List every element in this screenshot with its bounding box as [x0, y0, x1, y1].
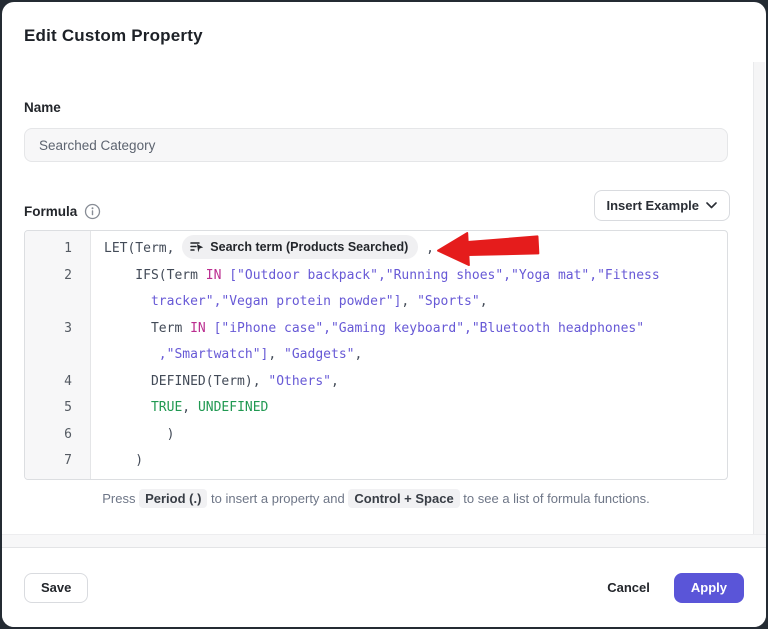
code-token: )	[104, 427, 174, 442]
keyboard-shortcut-badge: Control + Space	[348, 489, 459, 508]
cancel-button[interactable]: Cancel	[593, 573, 664, 603]
code-text: )	[92, 422, 174, 449]
line-number	[25, 289, 92, 316]
code-line: 1LET(Term, Search term (Products Searche…	[25, 236, 727, 263]
name-label: Name	[24, 100, 61, 115]
code-token: LET(Term,	[104, 241, 182, 256]
horizontal-scrollbar-track[interactable]	[2, 534, 766, 548]
hint-text-segment: to see a list of formula functions.	[460, 491, 650, 506]
property-chip-label: Search term (Products Searched)	[210, 234, 408, 261]
code-token: ,	[354, 347, 362, 362]
line-number: 1	[25, 236, 92, 263]
hint-text-segment: to insert a property and	[207, 491, 348, 506]
save-button[interactable]: Save	[24, 573, 88, 603]
code-token: DEFINED(Term),	[104, 374, 268, 389]
code-token: ,	[480, 294, 488, 309]
chevron-down-icon	[706, 202, 717, 209]
hint-text-segment: Press	[102, 491, 139, 506]
insert-example-button[interactable]: Insert Example	[594, 190, 731, 221]
property-chip[interactable]: Search term (Products Searched)	[182, 235, 418, 259]
code-token: ,"Smartwatch"]	[159, 347, 269, 362]
line-number: 2	[25, 263, 92, 290]
code-token: ["Outdoor backpack","Running shoes","Yog…	[229, 268, 659, 283]
code-token: ,	[401, 294, 417, 309]
code-token: ,	[268, 347, 284, 362]
code-token: ["iPhone case","Gaming keyboard","Blueto…	[214, 321, 644, 336]
code-token: Term	[104, 321, 190, 336]
code-token: TRUE	[151, 400, 182, 415]
code-token: "Others"	[268, 374, 331, 389]
insert-example-label: Insert Example	[607, 198, 700, 213]
code-token	[104, 347, 159, 362]
code-token: IFS(Term	[104, 268, 206, 283]
code-token	[104, 294, 151, 309]
code-text: Term IN ["iPhone case","Gaming keyboard"…	[92, 316, 644, 343]
vertical-scrollbar-track[interactable]	[753, 62, 765, 535]
code-text: IFS(Term IN ["Outdoor backpack","Running…	[92, 263, 660, 290]
code-token: ,	[418, 241, 434, 256]
code-token	[104, 400, 151, 415]
code-token: ,	[331, 374, 339, 389]
edit-custom-property-dialog: Edit Custom Property Name Formula Insert…	[2, 2, 766, 627]
name-input[interactable]	[24, 128, 728, 162]
code-line: ,"Smartwatch"], "Gadgets",	[25, 342, 727, 369]
code-token: IN	[206, 268, 222, 283]
code-token: UNDEFINED	[198, 400, 268, 415]
formula-editor[interactable]: 1LET(Term, Search term (Products Searche…	[24, 230, 728, 480]
keyboard-shortcut-badge: Period (.)	[139, 489, 207, 508]
code-line: 4 DEFINED(Term), "Others",	[25, 369, 727, 396]
code-text: DEFINED(Term), "Others",	[92, 369, 339, 396]
property-cursor-icon	[190, 240, 204, 254]
code-line: 7 )	[25, 448, 727, 475]
code-token: tracker","Vegan protein powder"]	[151, 294, 401, 309]
code-token: "Sports"	[417, 294, 480, 309]
code-token: )	[104, 453, 143, 468]
code-text: tracker","Vegan protein powder"], "Sport…	[92, 289, 488, 316]
code-line: 5 TRUE, UNDEFINED	[25, 395, 727, 422]
code-text: LET(Term, Search term (Products Searched…	[92, 236, 434, 263]
code-token: "Gadgets"	[284, 347, 354, 362]
editor-hint-text: Press Period (.) to insert a property an…	[24, 491, 728, 506]
formula-label: Formula	[24, 204, 77, 219]
line-number: 6	[25, 422, 92, 449]
dialog-footer: Save Cancel Apply	[2, 548, 766, 627]
code-token	[206, 321, 214, 336]
apply-button[interactable]: Apply	[674, 573, 744, 603]
code-text: TRUE, UNDEFINED	[92, 395, 268, 422]
line-number: 5	[25, 395, 92, 422]
code-area[interactable]: 1LET(Term, Search term (Products Searche…	[25, 231, 727, 479]
line-number: 4	[25, 369, 92, 396]
code-text: )	[92, 448, 143, 475]
code-text: ,"Smartwatch"], "Gadgets",	[92, 342, 362, 369]
code-line: 3 Term IN ["iPhone case","Gaming keyboar…	[25, 316, 727, 343]
formula-label-row: Formula	[24, 203, 101, 220]
line-number	[25, 342, 92, 369]
code-token: IN	[190, 321, 206, 336]
code-line: 2 IFS(Term IN ["Outdoor backpack","Runni…	[25, 263, 727, 290]
code-line: 6 )	[25, 422, 727, 449]
code-token: ,	[182, 400, 198, 415]
info-circle-icon[interactable]	[84, 203, 101, 220]
dialog-title: Edit Custom Property	[24, 26, 203, 46]
line-number: 3	[25, 316, 92, 343]
line-number: 7	[25, 448, 92, 475]
code-line: tracker","Vegan protein powder"], "Sport…	[25, 289, 727, 316]
